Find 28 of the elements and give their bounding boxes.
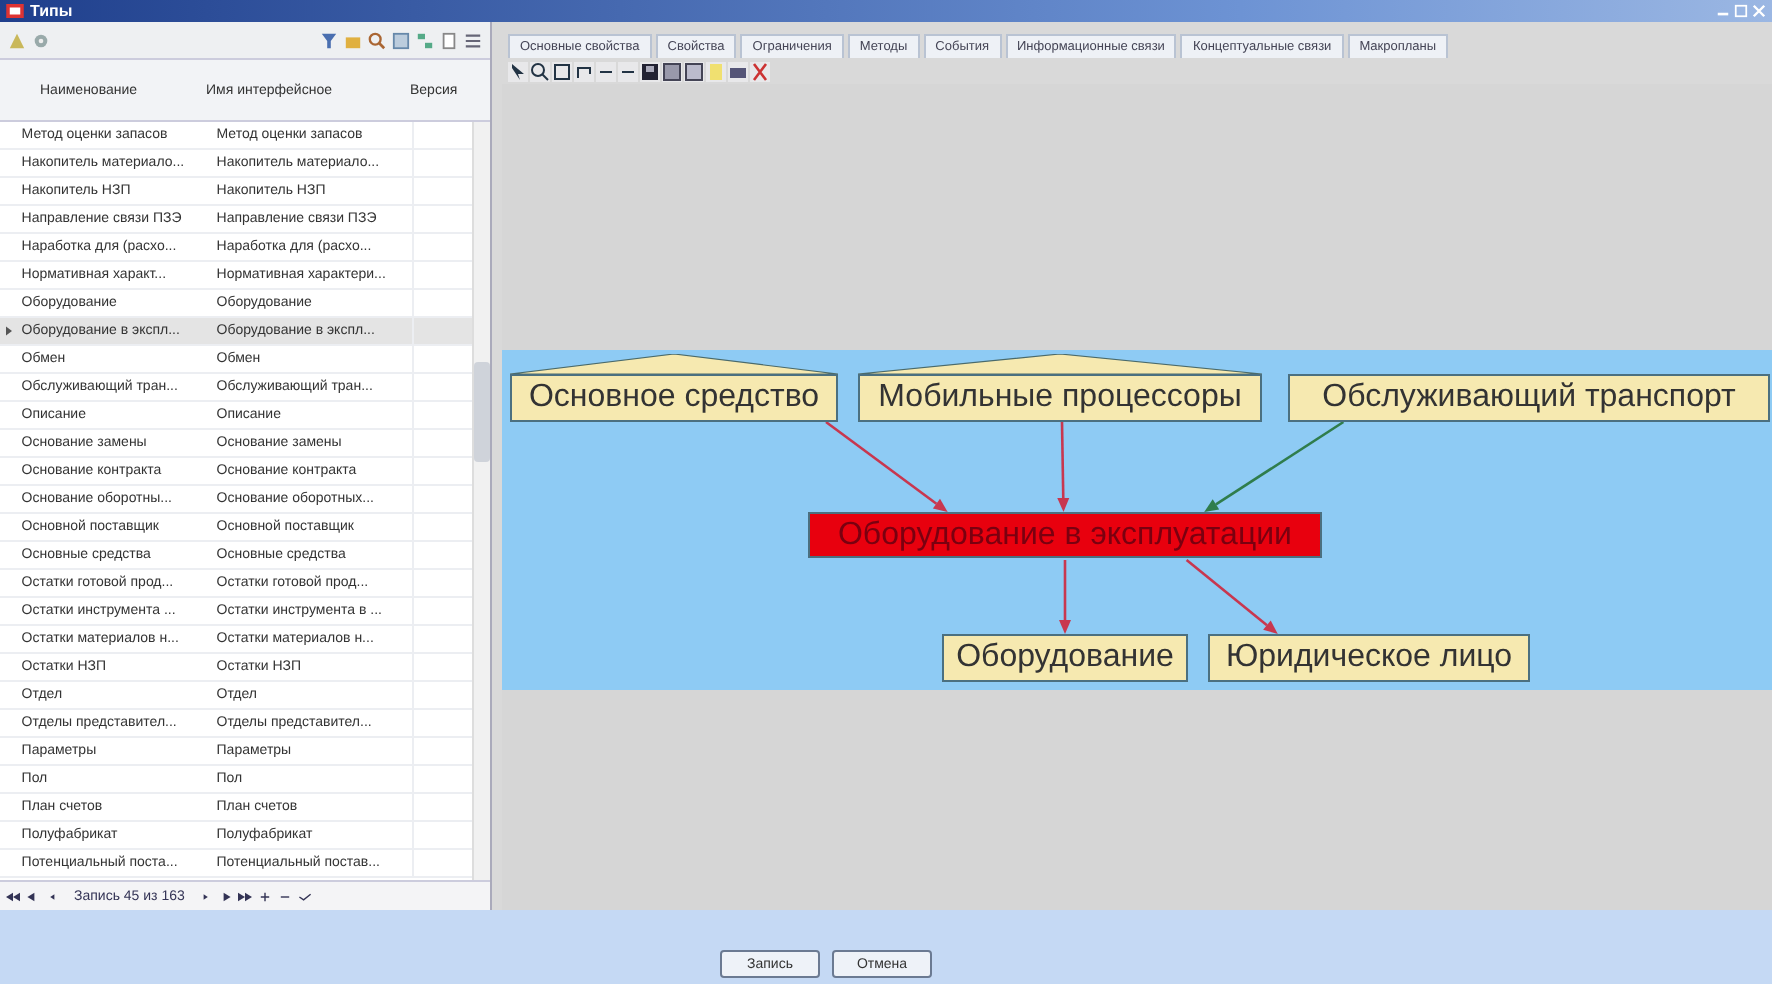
minus-icon[interactable] <box>618 61 638 81</box>
save-icon[interactable] <box>640 61 660 81</box>
window-title: Типы <box>30 2 73 20</box>
next-record-icon[interactable] <box>198 891 213 901</box>
entity-node[interactable]: Обслуживающий транспорт <box>1288 374 1770 422</box>
last-record-icon[interactable] <box>238 891 253 901</box>
table-icon[interactable] <box>684 61 704 81</box>
previous-record-icon[interactable] <box>46 891 60 901</box>
grid-icon[interactable] <box>662 61 682 81</box>
app-icon <box>6 4 24 18</box>
scrollbar[interactable] <box>472 122 490 880</box>
frame-icon[interactable] <box>552 61 572 81</box>
current-row-icon <box>5 326 12 336</box>
add-record-icon[interactable] <box>258 891 273 901</box>
list-icon[interactable] <box>464 31 482 49</box>
entity-node[interactable]: Оборудование <box>942 634 1188 682</box>
pointer-icon[interactable] <box>508 61 528 81</box>
filter-icon[interactable] <box>320 31 338 49</box>
check-icon[interactable] <box>298 891 313 901</box>
previous-page-icon[interactable] <box>26 891 40 901</box>
first-record-icon[interactable] <box>6 891 20 901</box>
delete-record-icon[interactable] <box>278 891 293 901</box>
entity-node[interactable]: Юридическое лицо <box>1208 634 1530 682</box>
next-page-icon[interactable] <box>218 891 233 901</box>
document-icon[interactable] <box>440 31 458 49</box>
search-icon[interactable] <box>368 31 386 49</box>
minus-icon[interactable] <box>596 61 616 81</box>
zoom-icon[interactable] <box>530 61 550 81</box>
